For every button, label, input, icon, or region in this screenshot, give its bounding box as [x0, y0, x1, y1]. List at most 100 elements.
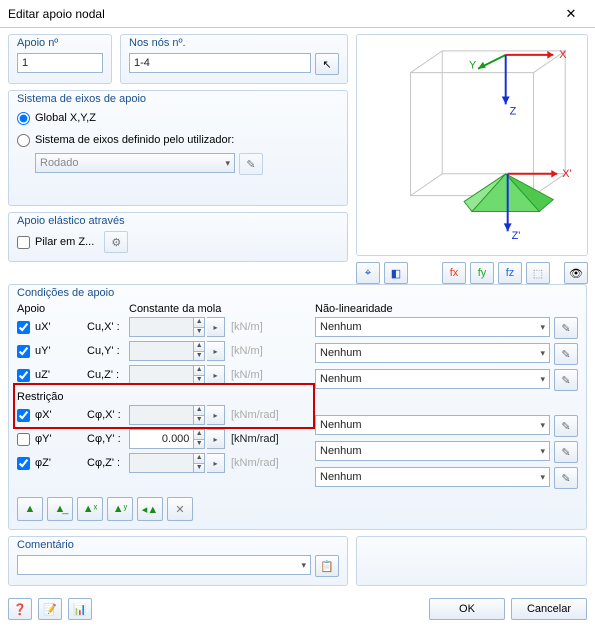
support-icon-6: ✕: [175, 503, 184, 516]
axis-xp-label: X': [562, 168, 571, 180]
spring-input-3: ▲▼: [129, 405, 205, 425]
nl-edit-1[interactable]: ✎: [554, 343, 578, 365]
preset-4[interactable]: ▲ʸ: [107, 497, 133, 521]
spin-up-icon: ▲: [193, 405, 205, 415]
calc-button[interactable]: 📊: [68, 598, 92, 620]
spin-up-icon: ▲: [193, 453, 205, 463]
nl-select-3[interactable]: Nenhum▾: [315, 415, 550, 435]
chevron-down-icon: ▾: [540, 322, 545, 333]
radio-global[interactable]: Global X,Y,Z: [17, 109, 339, 127]
preview-3d[interactable]: X Y Z X' Z': [356, 34, 588, 256]
support-check-2[interactable]: uZ': [17, 366, 85, 384]
chevron-down-icon: ▾: [540, 374, 545, 385]
help-button[interactable]: ❓: [8, 598, 32, 620]
spring-unit-0: [kN/m]: [231, 321, 293, 333]
radio-user[interactable]: Sistema de eixos definido pelo utilizado…: [17, 131, 339, 149]
h-apoio: Apoio: [17, 303, 85, 315]
view-y-icon: fy: [478, 267, 487, 279]
apply-icon: 📋: [320, 560, 334, 573]
spring-unit-3: [kNm/rad]: [231, 409, 293, 421]
pilar-z-check[interactable]: Pilar em Z...: [17, 233, 94, 251]
spring-pick-0: ▸: [207, 317, 225, 337]
nl-edit-0[interactable]: ✎: [554, 317, 578, 339]
nl-select-5[interactable]: Nenhum▾: [315, 467, 550, 487]
h-nl: Não-linearidade: [315, 303, 578, 315]
spring-unit-4: [kNm/rad]: [231, 433, 293, 445]
nl-select-4[interactable]: Nenhum▾: [315, 441, 550, 461]
support-icon-1: ▲: [25, 503, 36, 515]
nl-select-1[interactable]: Nenhum▾: [315, 343, 550, 363]
h-restr: Restrição: [17, 391, 307, 403]
view-y[interactable]: fy: [470, 262, 494, 284]
sistema-title: Sistema de eixos de apoio: [17, 93, 146, 105]
chevron-down-icon: ▾: [301, 560, 306, 571]
spin-up-icon: ▲: [193, 317, 205, 327]
support-check-1[interactable]: uY': [17, 342, 85, 360]
pick-nodes-button[interactable]: ↖: [315, 53, 339, 75]
comentario-apply-button[interactable]: 📋: [315, 555, 339, 577]
preset-1[interactable]: ▲: [17, 497, 43, 521]
spring-input-5: ▲▼: [129, 453, 205, 473]
spin-up-icon[interactable]: ▲: [193, 429, 205, 439]
nl-edit-3[interactable]: ✎: [554, 415, 578, 437]
cond-title: Condições de apoio: [17, 287, 114, 299]
nl-edit-2[interactable]: ✎: [554, 369, 578, 391]
nl-edit-5[interactable]: ✎: [554, 467, 578, 489]
nos-no-input[interactable]: [129, 53, 311, 73]
support-icon-4: ▲ʸ: [113, 503, 127, 515]
h-mola: Constante da mola: [129, 303, 293, 315]
preset-6[interactable]: ✕: [167, 497, 193, 521]
edit-icon: ✎: [561, 420, 570, 433]
axis-zp-label: Z': [512, 230, 521, 242]
view-z[interactable]: fz: [498, 262, 522, 284]
spring-label-0: Cu,X' :: [87, 321, 127, 333]
spring-label-4: Cφ,Y' :: [87, 433, 127, 445]
dialog-title: Editar apoio nodal: [8, 7, 551, 21]
spring-label-5: Cφ,Z' :: [87, 457, 127, 469]
nl-select-0[interactable]: Nenhum▾: [315, 317, 550, 337]
spring-input-2: ▲▼: [129, 365, 205, 385]
close-icon[interactable]: ✕: [551, 2, 591, 26]
spin-down-icon: ▼: [193, 375, 205, 385]
support-check-5[interactable]: φZ': [17, 454, 85, 472]
nl-edit-4[interactable]: ✎: [554, 441, 578, 463]
spring-pick-4[interactable]: ▸: [207, 429, 225, 449]
view-options[interactable]: 👁: [564, 262, 588, 284]
note-button[interactable]: 📝: [38, 598, 62, 620]
comentario-select[interactable]: ▾: [17, 555, 311, 575]
support-check-3[interactable]: φX': [17, 406, 85, 424]
edit-icon: ✎: [561, 446, 570, 459]
rodado-select: Rodado▾: [35, 153, 235, 173]
spin-up-icon: ▲: [193, 365, 205, 375]
view-x[interactable]: fx: [442, 262, 466, 284]
preset-2[interactable]: ▲̲: [47, 497, 73, 521]
nl-select-2[interactable]: Nenhum▾: [315, 369, 550, 389]
view-tool-1[interactable]: ⌖: [356, 262, 380, 284]
apoio-no-input[interactable]: [17, 53, 103, 73]
cube-icon: ⬚: [533, 267, 543, 280]
spin-down-icon: ▼: [193, 351, 205, 361]
spring-label-2: Cu,Z' :: [87, 369, 127, 381]
view-tool-2[interactable]: ◧: [384, 262, 408, 284]
comentario-title: Comentário: [17, 539, 74, 551]
preset-3[interactable]: ▲ˣ: [77, 497, 103, 521]
view-iso[interactable]: ⬚: [526, 262, 550, 284]
support-check-4[interactable]: φY': [17, 430, 85, 448]
preset-5[interactable]: ◂▲: [137, 497, 163, 521]
spring-unit-1: [kN/m]: [231, 345, 293, 357]
spin-down-icon: ▼: [193, 415, 205, 425]
note-icon: 📝: [43, 603, 57, 616]
cancel-button[interactable]: Cancelar: [511, 598, 587, 620]
ok-button[interactable]: OK: [429, 598, 505, 620]
spin-down-icon[interactable]: ▼: [193, 439, 205, 449]
nos-no-label: Nos nós nº.: [129, 37, 186, 49]
spring-pick-2: ▸: [207, 365, 225, 385]
spin-up-icon: ▲: [193, 341, 205, 351]
spring-input-1: ▲▼: [129, 341, 205, 361]
spring-input-4[interactable]: ▲▼: [129, 429, 205, 449]
support-icon-2: ▲̲: [55, 503, 66, 515]
edit-icon: ✎: [561, 472, 570, 485]
support-check-0[interactable]: uX': [17, 318, 85, 336]
help-icon: ❓: [13, 603, 27, 616]
view-x-icon: fx: [450, 267, 459, 279]
